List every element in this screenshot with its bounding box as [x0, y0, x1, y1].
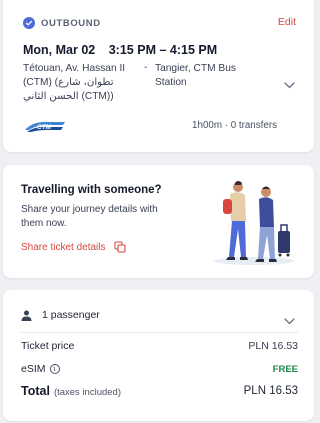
esim-label-group: eSIM i	[21, 363, 60, 375]
passengers-label: 1 passenger	[42, 309, 100, 321]
direction-row: OUTBOUND	[23, 17, 101, 29]
ticket-price-value: PLN 16.53	[248, 340, 298, 352]
share-card: Travelling with someone? Share your jour…	[3, 165, 314, 278]
expand-chevron-icon[interactable]	[284, 76, 295, 94]
total-subtext: (taxes included)	[53, 387, 121, 398]
share-title: Travelling with someone?	[21, 184, 162, 196]
total-label-group: Total (taxes included)	[21, 384, 121, 398]
trip-date: Mon, Mar 02	[23, 43, 96, 57]
destination-station: Tangier, CTM Bus Station	[155, 63, 236, 88]
origin-station: Tétouan, Av. Hassan II (CTM) (تطوان، شار…	[23, 63, 126, 102]
copy-icon	[113, 241, 126, 253]
edit-link[interactable]: Edit	[278, 16, 296, 28]
check-circle-icon	[23, 17, 35, 29]
person-icon	[21, 310, 32, 321]
share-ticket-link[interactable]: Share ticket details	[21, 241, 126, 253]
trip-time-range: 3:15 PM – 4:15 PM	[108, 43, 218, 57]
share-link-label: Share ticket details	[21, 241, 106, 253]
direction-label: OUTBOUND	[41, 17, 101, 29]
trip-duration: 1h00m · 0 transfers	[192, 120, 277, 131]
info-icon[interactable]: i	[49, 364, 60, 374]
total-label: Total	[21, 384, 50, 398]
esim-label: eSIM	[21, 363, 46, 375]
trip-datetime: Mon, Mar 02 3:15 PM – 4:15 PM	[23, 43, 217, 57]
share-description: Share your journey details with them now…	[21, 204, 158, 229]
route-dash: -	[144, 62, 148, 73]
price-divider	[21, 332, 298, 333]
ticket-price-row: Ticket price PLN 16.53	[21, 340, 298, 352]
trip-card[interactable]: OUTBOUND Edit Mon, Mar 02 3:15 PM – 4:15…	[3, 0, 314, 152]
carrier-logo-text: CTM	[37, 124, 52, 131]
carrier-logo: CTM	[23, 119, 67, 138]
esim-value: FREE	[272, 363, 298, 375]
total-value: PLN 16.53	[243, 385, 298, 397]
travellers-illustration	[214, 181, 294, 265]
passengers-chevron-icon[interactable]	[284, 312, 295, 330]
passengers-row[interactable]: 1 passenger	[21, 309, 100, 321]
esim-row: eSIM i FREE	[21, 363, 298, 375]
total-row: Total (taxes included) PLN 16.53	[21, 384, 298, 398]
ticket-price-label: Ticket price	[21, 340, 75, 352]
price-card: 1 passenger Ticket price PLN 16.53 eSIM …	[3, 290, 314, 421]
